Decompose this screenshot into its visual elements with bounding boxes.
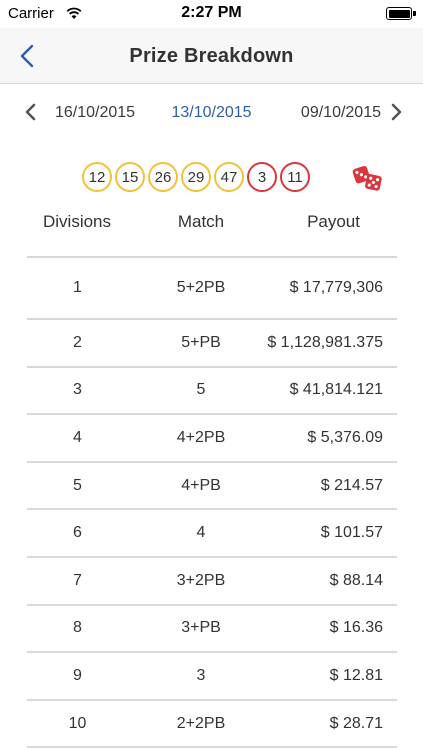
payout-cell: $ 28.71 (329, 714, 383, 732)
table-row: 2 5+PB $ 1,128,981.375 (27, 320, 397, 368)
payout-cell: $ 1,128,981.375 (267, 333, 383, 351)
table-header: Divisions Match Payout (0, 208, 423, 238)
division-cell: 9 (73, 666, 82, 684)
main-number-ball: 12 (82, 162, 112, 192)
page-title: Prize Breakdown (129, 45, 294, 67)
status-bar: Carrier 2:27 PM (0, 0, 423, 28)
payout-cell: $ 214.57 (320, 476, 383, 494)
match-cell: 4+PB (181, 476, 221, 494)
match-cell: 4+2PB (176, 428, 226, 446)
table-row: 7 3+2PB $ 88.14 (27, 558, 397, 606)
main-number-ball: 26 (148, 162, 178, 192)
table-row: 3 5 $ 41,814.121 (27, 368, 397, 416)
table-row: 8 3+PB $ 16.36 (27, 606, 397, 654)
division-cell: 4 (73, 428, 82, 446)
match-cell: 5+PB (181, 333, 221, 351)
table-row: 9 3 $ 12.81 (27, 653, 397, 701)
table-row: 10 2+2PB $ 28.71 (27, 701, 397, 749)
table-row: 4 4+2PB $ 5,376.09 (27, 415, 397, 463)
match-cell: 5 (196, 381, 206, 399)
payout-cell: $ 16.36 (329, 619, 383, 637)
next-date-chevron-icon[interactable] (389, 103, 403, 121)
main-number-ball: 15 (115, 162, 145, 192)
match-cell: 2+2PB (176, 714, 226, 732)
main-number-ball: 47 (214, 162, 244, 192)
division-cell: 7 (73, 571, 82, 589)
match-cell: 5+2PB (176, 279, 226, 296)
battery-icon (386, 7, 416, 20)
table-row: 1 5+2PB $ 17,779,306 (27, 258, 397, 320)
payout-cell: $ 101.57 (320, 524, 383, 542)
drawn-numbers: 12 15 26 29 47 3 11 (82, 162, 310, 194)
match-cell: 4 (196, 524, 206, 542)
division-cell: 10 (68, 714, 87, 732)
match-cell: 3 (196, 666, 206, 684)
prize-table: 1 5+2PB $ 17,779,306 2 5+PB $ 1,128,981.… (27, 258, 397, 749)
powerball-number-ball: 3 (247, 162, 277, 192)
navigation-bar: Prize Breakdown (0, 28, 423, 84)
payout-cell: $ 5,376.09 (307, 428, 383, 446)
match-cell: 3+2PB (176, 571, 226, 589)
division-cell: 6 (73, 524, 82, 542)
division-cell: 1 (73, 279, 82, 296)
match-cell: 3+PB (181, 619, 221, 637)
dice-icon[interactable] (352, 164, 384, 192)
payout-cell: $ 88.14 (329, 571, 383, 589)
next-date[interactable]: 09/10/2015 (301, 104, 381, 122)
division-cell: 5 (73, 476, 82, 494)
main-number-ball: 29 (181, 162, 211, 192)
payout-cell: $ 12.81 (329, 666, 383, 684)
division-cell: 3 (73, 381, 82, 399)
status-time: 2:27 PM (181, 4, 242, 21)
table-row: 6 4 $ 101.57 (27, 510, 397, 558)
payout-cell: $ 17,779,306 (289, 279, 383, 296)
payout-header: Payout (307, 212, 360, 231)
division-cell: 8 (73, 619, 82, 637)
table-row: 5 4+PB $ 214.57 (27, 463, 397, 511)
date-selector: 16/10/2015 13/10/2015 09/10/2015 (0, 96, 423, 130)
division-cell: 2 (73, 333, 82, 351)
payout-cell: $ 41,814.121 (289, 381, 383, 399)
powerball-number-ball: 11 (280, 162, 310, 192)
